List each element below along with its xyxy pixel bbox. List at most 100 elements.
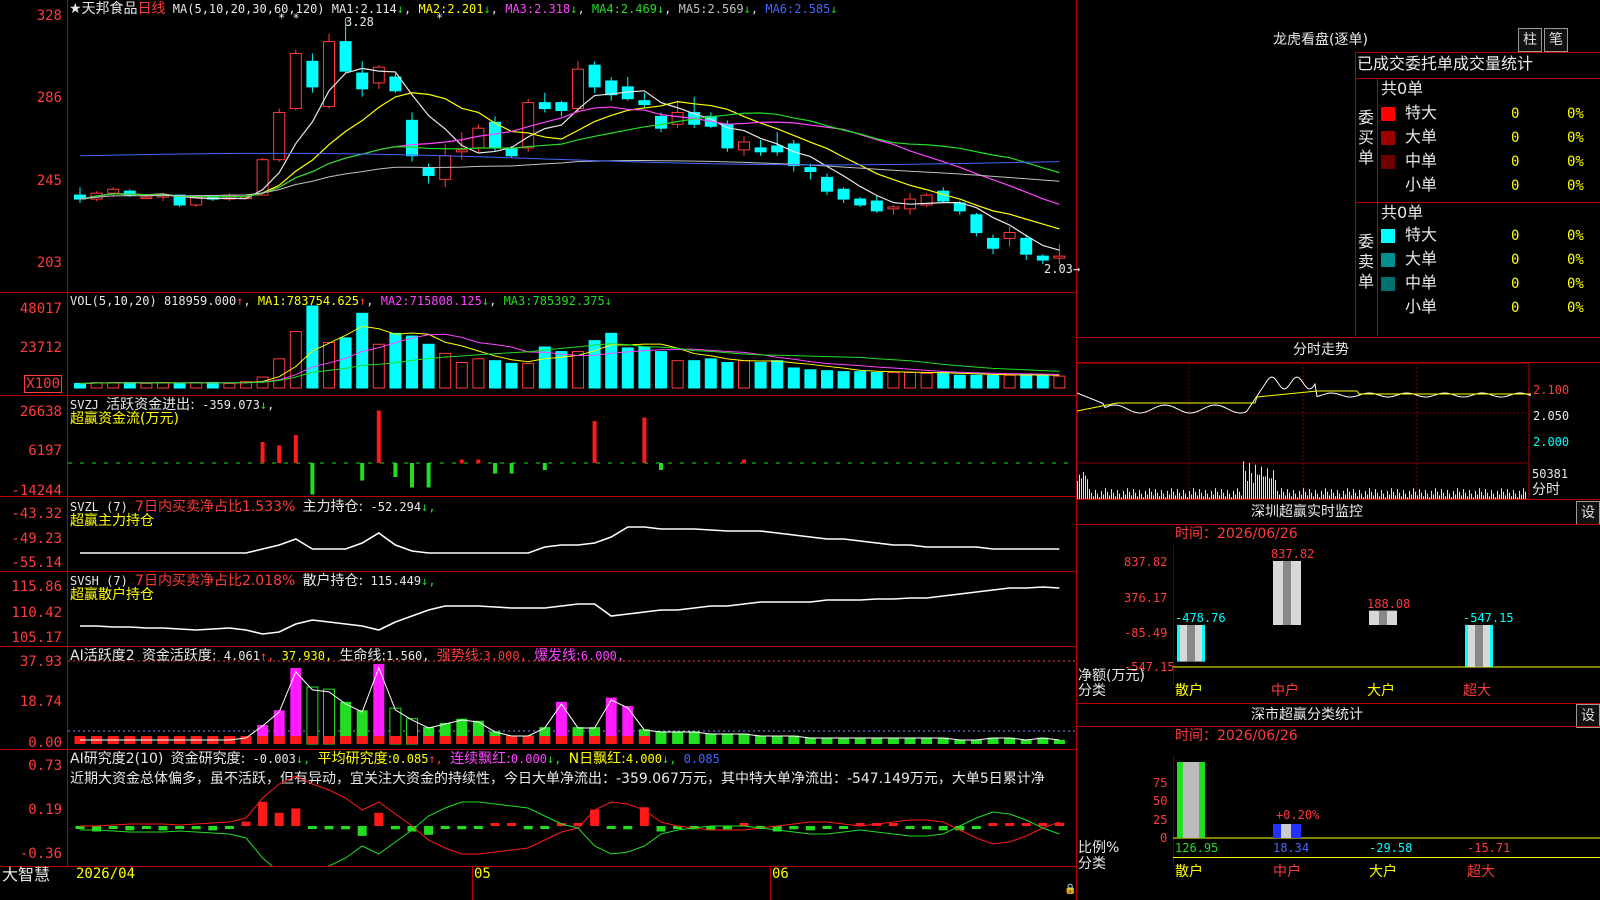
- intraday-vol-bar: [1251, 472, 1252, 499]
- research-bar: [490, 823, 500, 826]
- active-base-bar: [273, 736, 285, 744]
- intraday-vol-bar: [1501, 488, 1502, 499]
- research-bar: [922, 826, 932, 830]
- active-bar: [755, 735, 767, 744]
- svzl-chart[interactable]: [68, 497, 1076, 571]
- active-line: [80, 666, 1060, 741]
- candle: [455, 149, 468, 153]
- order-size-label: 小单: [1405, 297, 1438, 316]
- intraday-vol-bar: [1371, 491, 1372, 499]
- research-bar: [789, 826, 799, 830]
- active-base-bar: [605, 736, 617, 744]
- active-base-bar: [589, 736, 601, 744]
- stat-category: 散户: [1175, 864, 1203, 880]
- svzj-bar: [542, 463, 547, 470]
- column-view-button[interactable]: 柱: [1518, 28, 1542, 52]
- candle: [538, 102, 551, 110]
- intraday-title: 分时走势: [1293, 342, 1349, 358]
- monitor-bar-edge: [1465, 625, 1468, 667]
- candle: [356, 72, 369, 90]
- svzj-tick: 26638: [19, 404, 62, 420]
- order-size-label: 中单: [1405, 273, 1438, 292]
- intraday-vol-bar: [1105, 488, 1106, 499]
- active-base-bar: [638, 736, 650, 744]
- order-size-label: 大单: [1405, 249, 1438, 268]
- stat-settings-button[interactable]: 设: [1576, 704, 1600, 728]
- svzj-bar: [393, 463, 398, 477]
- monitor-tick: 376.17: [1124, 591, 1168, 605]
- intraday-vol-bar: [1145, 490, 1146, 499]
- price-tick: 245: [36, 173, 62, 189]
- lock-icon[interactable]: 🔒: [1064, 884, 1076, 895]
- intraday-vol-bar: [1245, 471, 1246, 499]
- active-base-bar: [506, 736, 518, 744]
- intraday-vol-bar: [1491, 490, 1492, 499]
- candle: [273, 111, 286, 161]
- svzj-chart[interactable]: [68, 396, 1076, 496]
- intraday-tick: 2.050: [1533, 409, 1570, 423]
- intraday-vol-bar: [1359, 490, 1360, 499]
- intraday-vol-bar: [1127, 488, 1128, 499]
- research-bar: [141, 826, 151, 829]
- vol-unit: X100: [24, 375, 62, 393]
- intraday-vol-bar: [1519, 490, 1520, 499]
- intraday-vol-bar: [1419, 489, 1420, 499]
- candle: [870, 200, 883, 212]
- main-chart-area[interactable]: 328 286 245 203 ★天邦食品日线 MA(5,10,20,30,60…: [0, 0, 1080, 900]
- tick-view-button[interactable]: 笔: [1544, 28, 1568, 52]
- ai-research-chart[interactable]: [68, 750, 1076, 866]
- monitor-bar-stripe: [1283, 561, 1291, 625]
- intraday-vol-bar: [1171, 488, 1172, 499]
- price-chart[interactable]: [68, 0, 1076, 292]
- intraday-vol-bar: [1393, 491, 1394, 499]
- intraday-vol-bar: [1217, 491, 1218, 499]
- intraday-chart[interactable]: [1077, 363, 1600, 499]
- research-bar: [125, 826, 135, 831]
- ma-line: [79, 160, 1060, 200]
- candle: [572, 68, 584, 110]
- intraday-vol-bar: [1139, 490, 1140, 499]
- volume-bar: [987, 374, 999, 389]
- intraday-vol-bar: [1261, 466, 1262, 499]
- intraday-vol-bar: [1315, 490, 1316, 499]
- intraday-vol-bar: [1503, 491, 1504, 499]
- svsh-chart[interactable]: [68, 572, 1076, 646]
- stat-tick: 75: [1153, 776, 1168, 790]
- active-base-bar: [572, 736, 584, 744]
- intraday-vol-bar: [1349, 491, 1350, 499]
- color-swatch: [1381, 229, 1395, 243]
- research-bar: [590, 809, 600, 826]
- vol-tick: 23712: [19, 340, 62, 356]
- intraday-vol-bar: [1463, 489, 1464, 499]
- monitor-settings-button[interactable]: 设: [1576, 501, 1600, 525]
- research-green-line: [80, 801, 1060, 866]
- order-count: 0: [1511, 252, 1520, 268]
- intraday-vol-bar: [1309, 489, 1310, 499]
- ai-active-chart[interactable]: [68, 647, 1076, 749]
- volume-bar: [970, 374, 983, 389]
- candle: [422, 167, 435, 176]
- active-base-bar: [389, 736, 401, 744]
- monitor-chart[interactable]: [1173, 545, 1600, 685]
- intraday-vol-bar: [1081, 478, 1082, 499]
- active-base-bar: [423, 736, 435, 744]
- volume-bar: [1053, 375, 1066, 389]
- intraday-vol-bar: [1183, 490, 1184, 499]
- intraday-vol-bar: [1425, 490, 1426, 499]
- app-logo[interactable]: 大智慧: [2, 866, 50, 884]
- intraday-vol-bar: [1101, 490, 1102, 499]
- stat-time: 时间：2026/06/26: [1175, 728, 1298, 744]
- order-size-label: 小单: [1405, 175, 1438, 194]
- research-bar: [656, 826, 666, 832]
- intraday-vol-bar: [1523, 488, 1524, 499]
- intraday-vol-bar: [1457, 488, 1458, 499]
- intraday-vol-bar: [1475, 490, 1476, 499]
- monitor-time: 时间：2026/06/26: [1175, 526, 1298, 542]
- candle: [389, 76, 402, 92]
- vol-chart[interactable]: [68, 293, 1076, 395]
- intraday-vol-bar: [1189, 490, 1190, 499]
- research-bar: [341, 826, 351, 830]
- active-bar: [323, 688, 335, 745]
- active-bar: [771, 735, 783, 744]
- volume-bar: [489, 360, 501, 389]
